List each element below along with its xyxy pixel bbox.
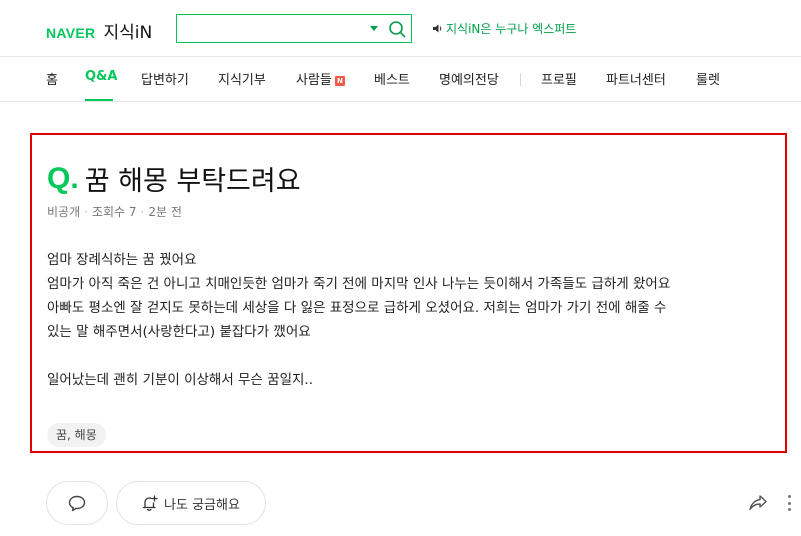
nav-item-hall-of-fame[interactable]: 명예의전당 — [439, 69, 499, 88]
q-letter: Q — [47, 161, 71, 195]
me-too-curious-label: 나도 궁금해요 — [164, 497, 240, 513]
nav-item-answer[interactable]: 답변하기 — [141, 69, 189, 88]
nav-item-donation[interactable]: 지식기부 — [218, 69, 266, 88]
body-line-blank — [47, 344, 789, 368]
new-badge: N — [334, 76, 345, 86]
question-mark-icon: Q. — [47, 162, 79, 196]
me-too-curious-button[interactable]: 나도 궁금해요 — [116, 481, 266, 525]
search-dropdown-icon[interactable] — [370, 26, 378, 31]
body-line: 엄마가 아직 죽은 건 아니고 치매인듯한 엄마가 죽기 전에 마지막 인사 나… — [47, 276, 671, 292]
body-line: 있는 말 해주면서(사랑한다고) 붙잡다가 깼어요 — [47, 324, 311, 340]
nav-divider — [520, 73, 521, 86]
nav-item-profile[interactable]: 프로필 — [541, 69, 577, 88]
jisikin-logo[interactable]: 지식iN — [103, 18, 152, 43]
q-dot: . — [70, 161, 79, 195]
bell-plus-icon — [142, 494, 158, 511]
body-line: 엄마 장례식하는 꿈 꿨어요 — [47, 252, 197, 268]
logo[interactable]: NAVER 지식iN — [46, 18, 152, 43]
post-time: 2분 전 — [148, 205, 182, 219]
comment-button[interactable] — [46, 481, 108, 525]
body-line: 아빠도 평소엔 잘 걷지도 못하는데 세상을 다 잃은 표정으로 급하게 오셨어… — [47, 300, 667, 316]
question-title-row: Q. 꿈 해몽 부탁드려요 — [47, 159, 301, 198]
active-tab-indicator — [85, 99, 113, 101]
nav-item-people-label: 사람들 — [296, 73, 332, 88]
view-count: 조회수 7 — [91, 205, 137, 219]
main-nav: 홈 Q&A 답변하기 지식기부 사람들 N 베스트 명예의전당 프로필 파트너센터… — [0, 57, 801, 102]
nav-item-qa[interactable]: Q&A — [85, 69, 117, 84]
top-header: NAVER 지식iN 지식iN은 누구나 엑스퍼트 — [0, 0, 801, 57]
question-actions: 나도 궁금해요 — [0, 478, 801, 528]
body-line: 일어났는데 괜히 기분이 이상해서 무슨 꿈일지.. — [47, 372, 314, 388]
nav-item-home[interactable]: 홈 — [46, 69, 58, 88]
speaker-icon — [433, 24, 442, 33]
meta-separator: · — [140, 205, 145, 219]
meta-separator: · — [84, 205, 88, 219]
more-options-icon[interactable] — [784, 493, 794, 513]
nav-item-roulette[interactable]: 룰렛 — [696, 69, 720, 88]
naver-logo[interactable]: NAVER — [46, 25, 95, 41]
search-input[interactable] — [177, 15, 357, 42]
nav-item-people[interactable]: 사람들 N — [296, 69, 345, 88]
tag-chip[interactable]: 꿈, 해몽 — [47, 423, 106, 447]
promo-text: 지식iN은 누구나 엑스퍼트 — [446, 22, 577, 36]
question-section: Q. 꿈 해몽 부탁드려요 비공개 · 조회수 7 · 2분 전 엄마 장례식하는 꿈 … — [30, 133, 787, 453]
share-icon[interactable] — [748, 494, 768, 512]
expert-promo-link[interactable]: 지식iN은 누구나 엑스퍼트 — [432, 20, 576, 37]
speech-bubble-icon — [68, 495, 86, 511]
nav-item-partner-center[interactable]: 파트너센터 — [606, 69, 666, 88]
nav-item-best[interactable]: 베스트 — [374, 69, 410, 88]
author-name: 비공개 — [47, 205, 81, 219]
question-meta: 비공개 · 조회수 7 · 2분 전 — [47, 203, 182, 220]
search-icon[interactable] — [387, 19, 407, 39]
question-title: 꿈 해몽 부탁드려요 — [84, 166, 301, 197]
question-body: 엄마 장례식하는 꿈 꿨어요 엄마가 아직 죽은 건 아니고 치매인듯한 엄마가… — [47, 248, 789, 392]
search-box — [176, 14, 412, 43]
